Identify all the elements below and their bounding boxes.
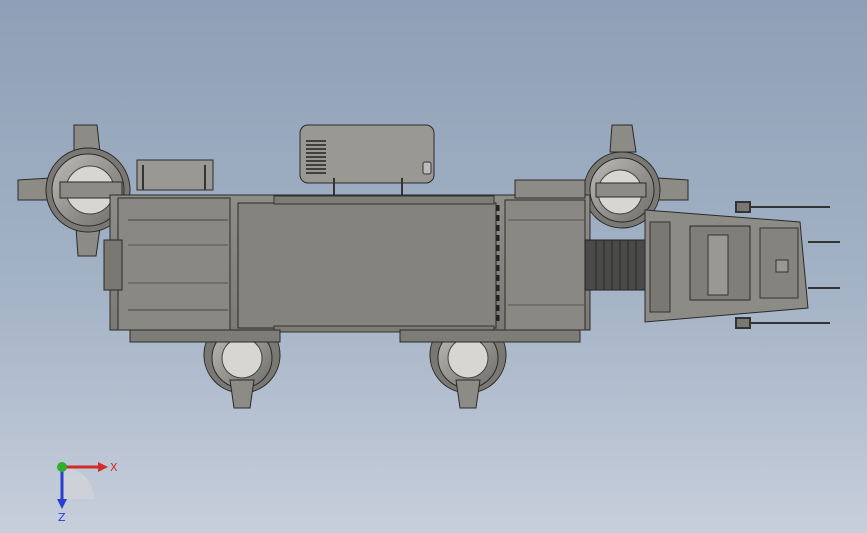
z-axis-arrow xyxy=(57,499,67,509)
x-axis-arrow xyxy=(98,462,108,472)
top-generator-unit[interactable] xyxy=(299,124,435,200)
orientation-triad: X Z xyxy=(57,461,118,524)
top-small-box[interactable] xyxy=(136,159,214,191)
bottom-rail-left xyxy=(129,329,281,343)
cad-viewport[interactable]: X Z xyxy=(0,0,867,533)
main-hull[interactable] xyxy=(103,179,591,333)
y-axis-dot xyxy=(57,462,67,472)
walker-model-top-view[interactable] xyxy=(0,0,867,533)
neck-bellows[interactable] xyxy=(584,239,648,291)
z-axis-label: Z xyxy=(58,511,66,524)
triad-shadow xyxy=(62,467,94,499)
x-axis-label: X xyxy=(110,461,118,474)
walker-head[interactable] xyxy=(644,209,809,323)
bottom-rail-right xyxy=(399,329,581,343)
